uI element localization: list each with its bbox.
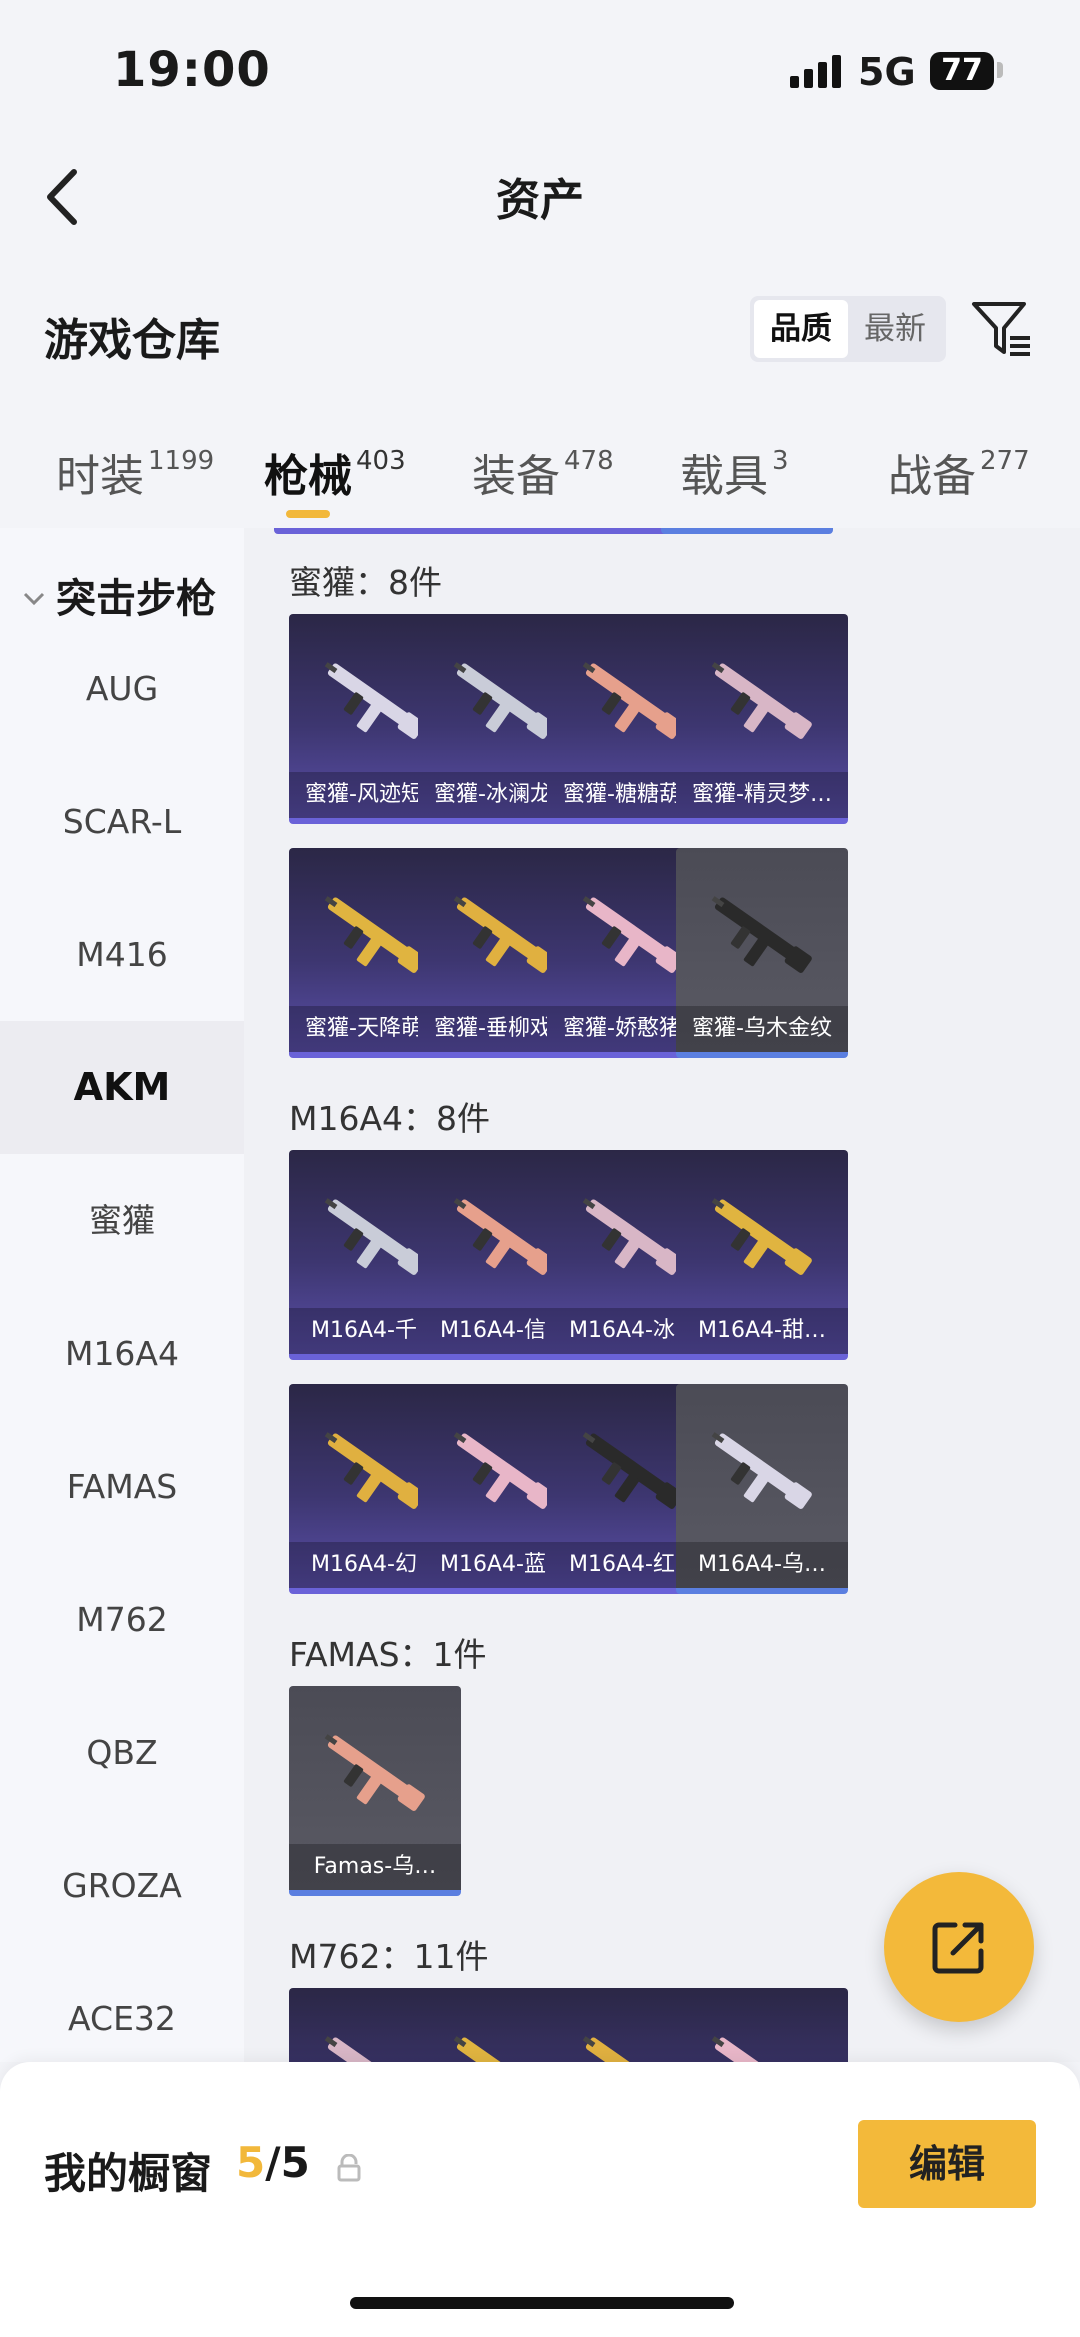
nav-bar: 资产 bbox=[0, 140, 1080, 250]
sidebar-item-akm[interactable]: AKM bbox=[0, 1021, 244, 1154]
signal-icon bbox=[790, 54, 842, 88]
section-title: M16A4：8件 bbox=[289, 1099, 491, 1138]
tab-equipment[interactable]: 装备 478 bbox=[472, 440, 614, 504]
status-time: 19:00 bbox=[113, 42, 271, 98]
sidebar-item-m416[interactable]: M416 bbox=[0, 888, 244, 1021]
tab-count: 1199 bbox=[148, 446, 215, 476]
sidebar-item-famas[interactable]: FAMAS bbox=[0, 1420, 244, 1553]
tab-count: 478 bbox=[564, 446, 614, 476]
sort-newest-option[interactable]: 最新 bbox=[848, 300, 942, 358]
showcase-total: /5 bbox=[265, 2138, 310, 2187]
network-type: 5G bbox=[858, 50, 916, 94]
weapon-name: M16A4-甜… bbox=[676, 1308, 848, 1354]
card-edge bbox=[661, 528, 833, 534]
lock-icon bbox=[337, 2154, 361, 2182]
sidebar-group-label: 突击步枪 bbox=[56, 576, 216, 622]
sidebar-item-scar-l[interactable]: SCAR-L bbox=[0, 755, 244, 888]
weapon-grid: 蜜獾：8件 蜜獾-风迹短诗 蜜獾-冰澜龙吟 蜜獾-糖糖葫芦 蜜獾-精灵梦… 蜜獾-天降萌叽… bbox=[244, 528, 1080, 2062]
rifle-icon bbox=[711, 1432, 812, 1509]
weapon-card[interactable]: 蜜獾-乌木金纹 bbox=[676, 848, 848, 1058]
weapon-card[interactable]: Famas-乌… bbox=[289, 1686, 461, 1896]
rifle-icon bbox=[453, 1432, 554, 1509]
share-icon bbox=[932, 1922, 984, 1974]
sidebar-item-aug[interactable]: AUG bbox=[0, 622, 244, 755]
rifle-icon bbox=[324, 2036, 409, 2062]
tab-label: 枪械 bbox=[264, 451, 352, 502]
rifle-icon bbox=[582, 1432, 683, 1509]
sidebar-group-assault-rifles[interactable]: 突击步枪 bbox=[0, 566, 244, 626]
weapon-sidebar: 突击步枪 AUG SCAR-L M416 AKM 蜜獾 M16A4 FAMAS M762 QBZ… bbox=[0, 528, 244, 2062]
section-title: M762：11件 bbox=[289, 1937, 489, 1976]
rifle-icon bbox=[582, 1198, 683, 1275]
weapon-name: 蜜獾-乌木金纹 bbox=[676, 1006, 848, 1052]
rifle-icon bbox=[711, 896, 812, 973]
rifle-icon bbox=[582, 2036, 667, 2062]
showcase-count: 5/5 bbox=[236, 2138, 310, 2187]
battery-tip bbox=[997, 62, 1003, 78]
active-tab-indicator bbox=[286, 510, 330, 518]
share-button[interactable] bbox=[884, 1872, 1034, 2022]
tab-label: 载具 bbox=[680, 451, 768, 502]
rifle-icon bbox=[324, 1734, 425, 1811]
weapon-card[interactable]: M16A4-甜… bbox=[676, 1150, 848, 1360]
rifle-icon bbox=[453, 662, 554, 739]
tab-firearms[interactable]: 枪械 403 bbox=[264, 440, 406, 504]
showcase-current: 5 bbox=[236, 2138, 266, 2187]
weapon-name: M16A4-乌… bbox=[676, 1542, 848, 1588]
tab-count: 403 bbox=[356, 446, 406, 476]
showcase-label: 我的橱窗 bbox=[44, 2149, 213, 2198]
weapon-card[interactable]: 蜜獾-精灵梦… bbox=[676, 614, 848, 824]
weapon-card[interactable] bbox=[676, 1988, 848, 2062]
weapon-card[interactable]: M16A4-乌… bbox=[676, 1384, 848, 1594]
sort-toggle: 品质 最新 bbox=[750, 296, 946, 362]
tab-label: 战备 bbox=[888, 451, 976, 502]
section-title: 蜜獾：8件 bbox=[289, 563, 442, 602]
tab-count: 277 bbox=[980, 446, 1030, 476]
rifle-icon bbox=[453, 2036, 538, 2062]
sidebar-item-qbz[interactable]: QBZ bbox=[0, 1686, 244, 1819]
weapon-name: 蜜獾-精灵梦… bbox=[676, 772, 848, 818]
warehouse-header: 游戏仓库 品质 最新 bbox=[0, 280, 1080, 380]
home-indicator bbox=[350, 2297, 734, 2309]
tab-fashion[interactable]: 时装 1199 bbox=[56, 440, 214, 504]
weapon-name: Famas-乌… bbox=[289, 1844, 461, 1890]
sidebar-item-m762[interactable]: M762 bbox=[0, 1553, 244, 1686]
sort-quality-option[interactable]: 品质 bbox=[754, 300, 848, 358]
tab-supplies[interactable]: 战备 277 bbox=[888, 440, 1030, 504]
rifle-icon bbox=[453, 1198, 554, 1275]
sidebar-item-m16a4[interactable]: M16A4 bbox=[0, 1287, 244, 1420]
rifle-icon bbox=[324, 662, 425, 739]
rifle-icon bbox=[324, 1432, 425, 1509]
tab-label: 装备 bbox=[472, 451, 560, 502]
tab-count: 3 bbox=[772, 446, 789, 476]
rifle-icon bbox=[582, 662, 683, 739]
sidebar-item-groza[interactable]: GROZA bbox=[0, 1819, 244, 1952]
rifle-icon bbox=[711, 662, 812, 739]
sidebar-item-ace32[interactable]: ACE32 bbox=[0, 1952, 244, 2062]
showcase-bar: 我的橱窗 5/5 编辑 bbox=[0, 2062, 1080, 2337]
chevron-down-icon bbox=[23, 592, 45, 606]
rifle-icon bbox=[453, 896, 554, 973]
sidebar-item-蜜獾[interactable]: 蜜獾 bbox=[0, 1154, 244, 1287]
section-title: FAMAS：1件 bbox=[289, 1635, 487, 1674]
category-tabs: 时装 1199 枪械 403 装备 478 载具 3 战备 277 bbox=[0, 420, 1080, 530]
rifle-icon bbox=[582, 896, 683, 973]
battery-icon: 77 bbox=[930, 52, 994, 90]
tab-label: 时装 bbox=[56, 451, 144, 502]
filter-icon[interactable] bbox=[970, 298, 1034, 362]
rifle-icon bbox=[324, 896, 425, 973]
rifle-icon bbox=[324, 1198, 425, 1275]
edit-button[interactable]: 编辑 bbox=[858, 2120, 1036, 2208]
page-title: 游戏仓库 bbox=[44, 315, 220, 366]
status-bar: 19:00 5G 77 bbox=[0, 0, 1080, 140]
nav-title: 资产 bbox=[496, 175, 584, 226]
rifle-icon bbox=[711, 1198, 812, 1275]
tab-vehicles[interactable]: 载具 3 bbox=[680, 440, 789, 504]
rifle-icon bbox=[711, 2036, 796, 2062]
